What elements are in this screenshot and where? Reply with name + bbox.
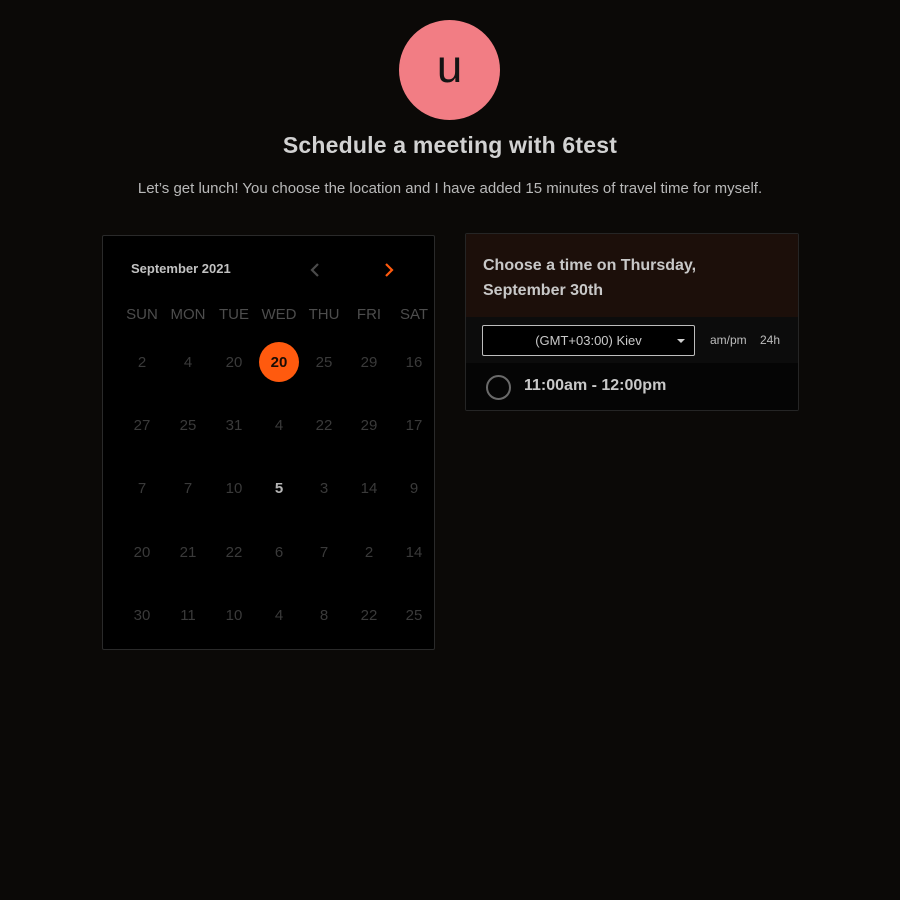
calendar-day[interactable]: 7 — [122, 468, 162, 508]
calendar-day[interactable]: 2 — [122, 342, 162, 382]
calendar-day[interactable]: 6 — [259, 532, 299, 572]
time-slot[interactable]: 11:00am - 12:00pm — [466, 363, 798, 410]
chevron-right-icon — [385, 263, 394, 277]
calendar-day[interactable]: 9 — [394, 468, 434, 508]
calendar-day[interactable]: 4 — [168, 342, 208, 382]
calendar-day[interactable]: 27 — [122, 405, 162, 445]
calendar-month-label: September 2021 — [131, 261, 231, 276]
timezone-row: (GMT+03:00) Kiev am/pm 24h — [466, 317, 798, 363]
calendar-day[interactable]: 22 — [304, 405, 344, 445]
calendar-day[interactable]: 10 — [214, 595, 254, 635]
calendar-day[interactable]: 14 — [349, 468, 389, 508]
calendar-day[interactable]: 29 — [349, 342, 389, 382]
calendar-day[interactable]: 4 — [259, 405, 299, 445]
calendar-day[interactable]: 21 — [168, 532, 208, 572]
radio-icon[interactable] — [486, 375, 511, 400]
timezone-select[interactable]: (GMT+03:00) Kiev — [482, 325, 695, 356]
format-ampm-toggle[interactable]: am/pm — [710, 333, 747, 347]
timezone-value: (GMT+03:00) Kiev — [535, 333, 642, 348]
calendar-day[interactable]: 29 — [349, 405, 389, 445]
calendar-day[interactable]: 3 — [304, 468, 344, 508]
page-description: Let’s get lunch! You choose the location… — [137, 180, 763, 197]
calendar-day[interactable]: 22 — [214, 532, 254, 572]
weekday-label: WED — [261, 306, 297, 323]
page-title: Schedule a meeting with 6test — [282, 132, 618, 158]
calendar-day[interactable]: 4 — [259, 595, 299, 635]
chevron-left-icon — [310, 263, 319, 277]
calendar-day[interactable]: 20 — [214, 342, 254, 382]
calendar-day-selected[interactable]: 20 — [259, 342, 299, 382]
weekday-label: FRI — [356, 306, 382, 323]
weekday-label: SUN — [126, 306, 158, 323]
calendar-day[interactable]: 11 — [168, 595, 208, 635]
avatar-letter: u — [436, 40, 463, 92]
weekday-label: THU — [308, 306, 340, 323]
time-selection-panel: Choose a time on Thursday, September 30t… — [465, 233, 799, 411]
host-avatar: u — [399, 20, 500, 120]
previous-month-button[interactable] — [308, 262, 322, 278]
calendar-day[interactable]: 5 — [259, 468, 299, 508]
calendar-day[interactable]: 22 — [349, 595, 389, 635]
next-month-button[interactable] — [382, 262, 396, 278]
calendar-day[interactable]: 25 — [168, 405, 208, 445]
calendar-day[interactable]: 14 — [394, 532, 434, 572]
calendar-day[interactable]: 8 — [304, 595, 344, 635]
calendar-day[interactable]: 31 — [214, 405, 254, 445]
calendar-day[interactable]: 10 — [214, 468, 254, 508]
calendar-day[interactable]: 7 — [168, 468, 208, 508]
calendar-day[interactable]: 25 — [394, 595, 434, 635]
calendar-day[interactable]: 17 — [394, 405, 434, 445]
calendar-day[interactable]: 7 — [304, 532, 344, 572]
caret-down-icon — [677, 339, 685, 343]
weekday-label: TUE — [219, 306, 249, 323]
calendar-day[interactable]: 30 — [122, 595, 162, 635]
weekday-label: SAT — [399, 306, 429, 323]
format-24h-toggle[interactable]: 24h — [760, 333, 780, 347]
calendar-day[interactable]: 16 — [394, 342, 434, 382]
time-panel-header: Choose a time on Thursday, September 30t… — [466, 234, 798, 317]
calendar-day[interactable]: 25 — [304, 342, 344, 382]
calendar-day[interactable]: 20 — [122, 532, 162, 572]
calendar-day[interactable]: 2 — [349, 532, 389, 572]
time-slot-label: 11:00am - 12:00pm — [524, 377, 667, 394]
weekday-label: MON — [170, 306, 206, 323]
calendar: September 2021 SUN MON TUE WED THU FRI SAT 2 4 20… — [102, 235, 435, 650]
